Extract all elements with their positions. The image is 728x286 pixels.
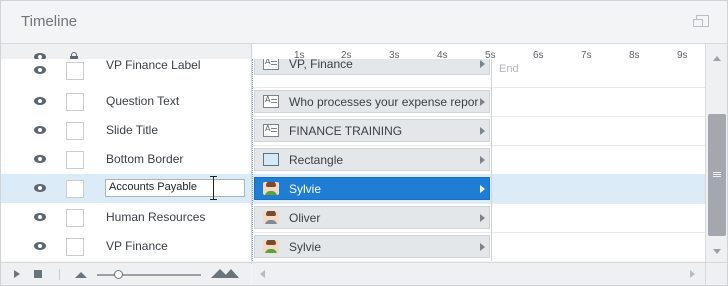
zoom-in-mountain-icon[interactable] [223,269,239,278]
horizontal-scrollbar[interactable] [252,262,705,285]
layer-name: Bottom Border [106,152,184,166]
expand-arrow-icon[interactable] [480,60,485,68]
track-row: Rectangle [252,145,705,175]
object-bar[interactable]: FINANCE TRAINING [254,119,490,142]
layer-list: VP Finance Label Question Text Slide Tit… [1,59,251,261]
restore-window-icon[interactable] [693,15,709,27]
layer-name: Question Text [106,94,180,108]
object-bar-selected[interactable]: Sylvie [254,177,490,200]
layer-row-selected[interactable]: Accounts Payable [1,174,251,204]
zoom-slider-knob[interactable] [114,270,123,279]
object-bar-label: Who processes your expense repor... [289,95,479,109]
stop-icon[interactable] [34,270,42,278]
playhead-line [252,59,253,261]
eye-icon[interactable] [34,213,46,221]
play-icon[interactable] [14,270,20,278]
object-bar-label: Sylvie [289,182,322,196]
expand-arrow-icon[interactable] [480,156,485,164]
object-bar-label: Sylvie [289,240,322,254]
scrollbar-thumb[interactable] [708,114,726,236]
panel-title: Timeline [21,13,78,30]
grip-icon [713,172,721,173]
track-row: VP, Finance [252,59,705,88]
lock-checkbox[interactable] [66,151,84,169]
layer-rename-input[interactable]: Accounts Payable [105,179,245,197]
panel-titlebar: Timeline [1,1,727,44]
lock-checkbox[interactable] [66,62,84,80]
layer-row[interactable]: VP Finance Label [1,59,251,88]
zoom-out-mountain-icon[interactable] [75,272,87,278]
eye-icon[interactable] [34,155,46,163]
footer-separator [59,269,60,280]
layer-row[interactable]: Bottom Border [1,145,251,175]
layer-name: Human Resources [106,210,206,224]
character-oliver-icon [263,211,279,224]
layer-row[interactable]: Human Resources [1,203,251,233]
layer-name: Slide Title [106,123,159,137]
eye-icon[interactable] [34,184,46,192]
rectangle-icon [263,153,279,166]
timeline-track-area: VP, Finance Who processes your expense r… [252,59,705,261]
track-row: Who processes your expense repor... [252,87,705,117]
lock-checkbox[interactable] [66,122,84,140]
scroll-right-icon[interactable] [690,270,695,278]
track-row: Sylvie [252,232,705,261]
layer-name: VP Finance Label [106,59,201,72]
timeline-panel: Timeline 1s 2s 3s 4s 5s 6s 7s 8s 9s VP F… [0,0,728,286]
object-bar[interactable]: Sylvie [254,235,490,258]
object-bar-label: Oliver [289,211,321,225]
object-bar[interactable]: Oliver [254,206,490,229]
object-bar[interactable]: VP, Finance [254,59,490,75]
slide-end-line[interactable] [491,59,492,261]
text-caption-icon [263,124,279,137]
eye-icon[interactable] [34,97,46,105]
layer-row[interactable]: Question Text [1,87,251,117]
scroll-up-icon[interactable] [713,56,721,61]
eye-icon[interactable] [34,242,46,250]
object-bar-label: FINANCE TRAINING [289,124,403,138]
text-caption-icon [263,59,279,70]
lock-checkbox[interactable] [66,209,84,227]
layer-row[interactable]: Slide Title [1,116,251,146]
scroll-down-icon[interactable] [713,249,721,254]
object-bar[interactable]: Who processes your expense repor... [254,90,490,113]
scroll-left-icon[interactable] [260,270,265,278]
vertical-scrollbar[interactable] [705,44,727,264]
zoom-slider-track[interactable] [97,274,201,276]
text-cursor-icon [210,176,217,200]
character-sylvie-icon [263,182,279,195]
lock-checkbox[interactable] [66,180,84,198]
layer-name: VP Finance [106,239,168,253]
layer-row[interactable]: VP Finance [1,232,251,261]
expand-arrow-icon[interactable] [480,214,485,222]
eye-icon[interactable] [34,66,46,74]
lock-checkbox[interactable] [66,238,84,256]
track-row-selected: Sylvie [252,174,705,204]
timeline-footer [1,262,251,285]
eye-icon[interactable] [34,126,46,134]
scrollbar-corner [705,262,727,285]
object-bar-label: Rectangle [289,153,344,167]
object-bar[interactable]: Rectangle [254,148,490,171]
expand-arrow-icon[interactable] [480,98,485,106]
character-sylvie-icon [263,240,279,253]
track-row: FINANCE TRAINING [252,116,705,146]
track-row: Oliver [252,203,705,233]
end-label: End [499,63,519,75]
expand-arrow-icon[interactable] [480,243,485,251]
text-caption-icon [263,95,279,108]
expand-arrow-icon[interactable] [480,185,485,193]
lock-checkbox[interactable] [66,93,84,111]
object-bar-label: VP, Finance [289,59,353,71]
expand-arrow-icon[interactable] [480,127,485,135]
